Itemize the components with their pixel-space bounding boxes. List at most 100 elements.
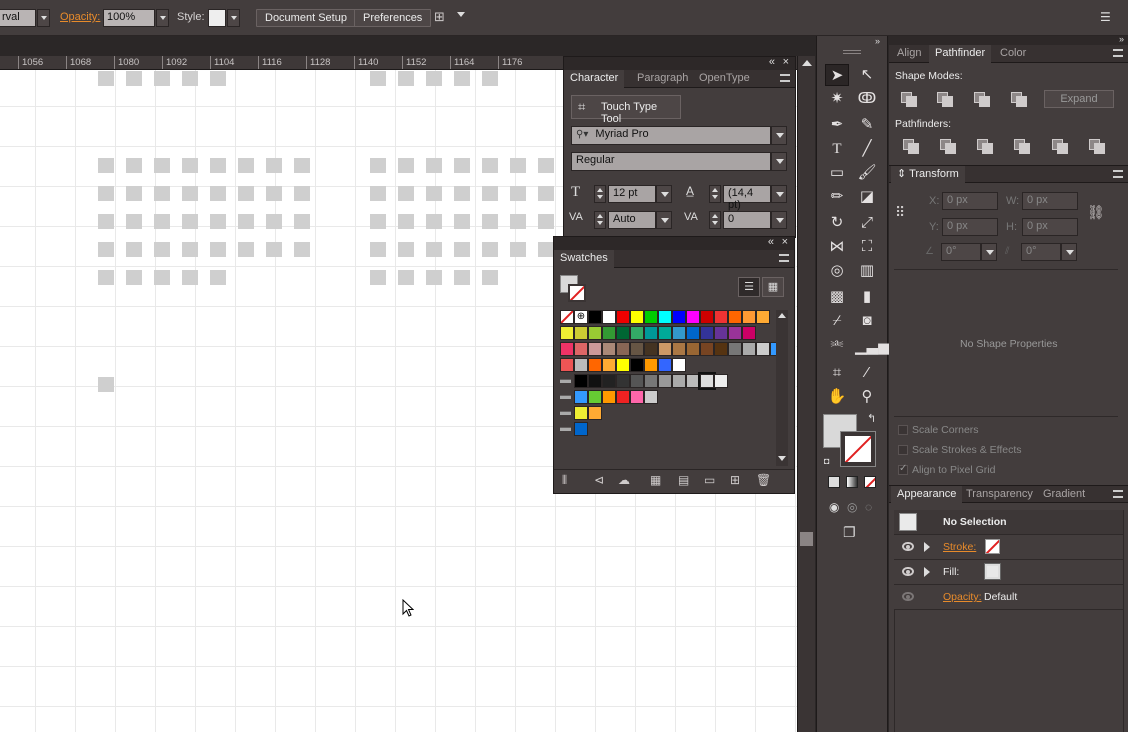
opacity-label[interactable]: Opacity: <box>943 591 982 603</box>
fill-row[interactable]: Fill: <box>894 560 1123 585</box>
font-size-spinner[interactable] <box>594 185 606 203</box>
color-swatch[interactable] <box>644 374 658 388</box>
artwork-square[interactable] <box>482 270 498 285</box>
artwork-square[interactable] <box>98 242 114 257</box>
scale-strokes-checkbox[interactable] <box>898 445 908 455</box>
trash-icon[interactable]: 🗑 <box>756 473 771 487</box>
color-swatch[interactable] <box>616 342 630 356</box>
touch-type-tool-button[interactable]: ⌗ Touch Type Tool <box>571 95 681 125</box>
leading-field[interactable]: (14,4 pt) <box>723 185 771 211</box>
fill-swatch[interactable] <box>984 563 1001 580</box>
color-swatch[interactable] <box>616 390 630 404</box>
outline-icon[interactable] <box>1052 139 1068 154</box>
opacity-row[interactable]: Opacity: Default <box>894 585 1123 610</box>
artwork-square[interactable] <box>98 270 114 285</box>
artwork-square[interactable] <box>370 214 386 229</box>
artwork-square[interactable] <box>370 270 386 285</box>
color-swatch[interactable]: ⊕ <box>574 310 588 324</box>
artwork-square[interactable] <box>98 186 114 201</box>
mesh-tool-icon[interactable]: ▩ <box>825 286 849 308</box>
color-swatch[interactable] <box>560 358 574 372</box>
zoom-tool-icon[interactable]: ⚲ <box>855 386 879 408</box>
artwork-square[interactable] <box>538 214 554 229</box>
folder-icon[interactable]: ▬ <box>560 406 574 420</box>
artwork-square[interactable] <box>510 242 526 257</box>
swatches-scrollbar[interactable] <box>776 310 788 466</box>
panel-grip[interactable] <box>843 50 861 54</box>
artwork-square[interactable] <box>454 214 470 229</box>
show-kinds-icon[interactable]: ▤ <box>678 473 689 487</box>
direct-selection-tool-icon[interactable]: ↖ <box>855 64 879 86</box>
draw-behind-icon[interactable]: ◎ <box>847 500 857 514</box>
color-swatch[interactable] <box>644 342 658 356</box>
swap-fill-stroke-icon[interactable]: ↰ <box>867 412 876 425</box>
scale-corners-checkbox[interactable] <box>898 425 908 435</box>
artwork-square[interactable] <box>538 186 554 201</box>
artwork-square[interactable] <box>266 158 282 173</box>
artwork-square[interactable] <box>210 186 226 201</box>
color-swatch[interactable] <box>644 358 658 372</box>
color-swatch[interactable] <box>588 342 602 356</box>
constrain-proportions-icon[interactable]: ⛓ <box>1087 204 1105 221</box>
exclude-icon[interactable] <box>1011 92 1027 107</box>
artwork-square[interactable] <box>126 270 142 285</box>
rectangle-tool-icon[interactable]: ▭ <box>825 162 849 184</box>
color-swatch[interactable] <box>574 342 588 356</box>
artwork-square[interactable] <box>398 71 414 86</box>
free-transform-tool-icon[interactable]: ⛶ <box>855 236 879 258</box>
artwork-square[interactable] <box>126 242 142 257</box>
color-swatch[interactable] <box>714 310 728 324</box>
swatch-options-icon[interactable]: ▦ <box>650 473 661 487</box>
gradient-tool-icon[interactable]: ▮ <box>855 286 879 308</box>
leading-spinner[interactable] <box>709 185 721 203</box>
crop-icon[interactable] <box>1014 139 1030 154</box>
type-tool-icon[interactable]: T <box>825 138 849 160</box>
tab-gradient[interactable]: Gradient <box>1037 486 1091 504</box>
color-swatch[interactable] <box>742 310 756 324</box>
artwork-square[interactable] <box>126 186 142 201</box>
panel-menu-icon[interactable]: ☰ <box>1100 10 1111 24</box>
color-swatch[interactable] <box>588 310 602 324</box>
draw-inside-icon[interactable]: ◌ <box>865 500 872 514</box>
column-graph-tool-icon[interactable]: ▁▃▅ <box>855 336 890 358</box>
artwork-square[interactable] <box>482 214 498 229</box>
swatch-libraries-icon[interactable]: ⫴ <box>562 473 567 488</box>
artwork-square[interactable] <box>266 186 282 201</box>
artwork-square[interactable] <box>398 158 414 173</box>
color-swatch[interactable] <box>644 390 658 404</box>
color-swatch[interactable] <box>574 422 588 436</box>
panel-menu-icon[interactable] <box>780 74 790 82</box>
artwork-square[interactable] <box>266 242 282 257</box>
color-swatch[interactable] <box>686 326 700 340</box>
expand-icon[interactable]: » <box>875 36 880 46</box>
color-swatch[interactable] <box>672 374 686 388</box>
artwork-square[interactable] <box>482 158 498 173</box>
symbol-sprayer-tool-icon[interactable]: ⎃ <box>825 336 849 358</box>
tab-paragraph[interactable]: Paragraph <box>631 70 694 88</box>
color-swatch[interactable] <box>658 310 672 324</box>
color-swatch[interactable] <box>574 406 588 420</box>
color-swatch[interactable] <box>742 326 756 340</box>
artwork-square[interactable] <box>454 270 470 285</box>
artwork-square[interactable] <box>126 71 142 86</box>
artwork-square[interactable] <box>398 214 414 229</box>
lasso-tool-icon[interactable]: ↂ <box>855 88 879 110</box>
artwork-square[interactable] <box>98 214 114 229</box>
font-style-field[interactable]: Regular <box>571 152 771 171</box>
color-swatch[interactable] <box>672 326 686 340</box>
artwork-square[interactable] <box>154 71 170 86</box>
magic-wand-tool-icon[interactable]: ✷ <box>825 88 849 110</box>
color-swatch[interactable] <box>616 326 630 340</box>
shape-builder-tool-icon[interactable]: ◎ <box>825 260 849 282</box>
pen-tool-icon[interactable]: ✒ <box>825 114 849 136</box>
tab-appearance[interactable]: Appearance <box>891 486 963 504</box>
trim-icon[interactable] <box>940 139 956 154</box>
chevron-down-icon[interactable] <box>457 12 465 17</box>
style-dropdown[interactable] <box>227 9 240 27</box>
blend-tool-icon[interactable]: ◙ <box>855 310 879 332</box>
reference-point-icon[interactable]: ⠿ <box>895 204 905 221</box>
artwork-square[interactable] <box>294 158 310 173</box>
color-swatch[interactable] <box>588 390 602 404</box>
artwork-square[interactable] <box>370 158 386 173</box>
artwork-square[interactable] <box>510 158 526 173</box>
